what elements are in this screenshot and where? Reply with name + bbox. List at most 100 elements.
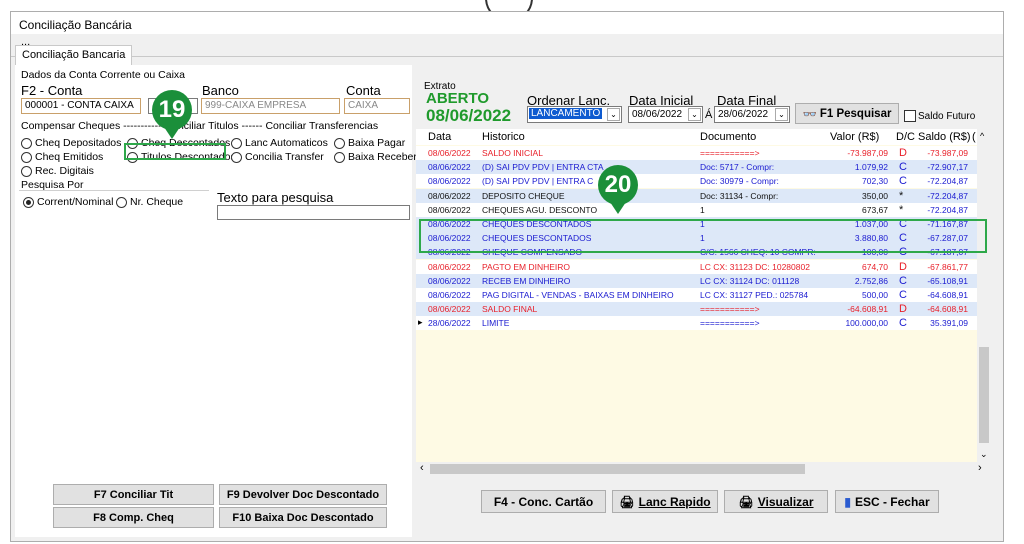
col-historico[interactable]: Historico [482,131,525,143]
col-data[interactable]: Data [428,131,451,143]
radio-baixa-pagar[interactable]: Baixa Pagar [334,137,405,149]
f4-conc-cartao-button[interactable]: F4 - Conc. Cartão [481,490,606,513]
ordenar-select[interactable]: LANCAMENTO ⌄ [527,106,622,123]
scroll-left-icon[interactable]: ‹ [420,462,424,474]
f9-devolver-button[interactable]: F9 Devolver Doc Descontado [219,484,387,505]
texto-pesquisa-input[interactable] [217,205,410,220]
radio-baixa-receber[interactable]: Baixa Receber [334,151,417,163]
cell-historico: LIMITE [482,318,510,329]
cell-historico: RECEB EM DINHEIRO [482,275,571,286]
radio-concilia-transfer[interactable]: Concilia Transfer [231,151,324,163]
cell-valor: 674,70 [862,261,888,272]
data-final-value: 28/06/2022 [718,109,769,120]
pesquisar-label: F1 Pesquisar [819,107,892,120]
conta-field: CAIXA [344,98,410,114]
status-label: ABERTO [426,90,490,107]
cell-saldo: -64.608,91 [927,290,968,300]
cell-documento: Doc: 31134 - Compr: [700,190,779,201]
cell-dc: C [899,274,907,287]
radio-rec-digitais[interactable]: Rec. Digitais [21,165,94,177]
visualizar-button[interactable]: 🖨 Visualizar [724,490,828,513]
cell-dc: C [899,175,907,188]
cell-valor: 702,30 [862,176,888,187]
data-final-input[interactable]: 28/06/2022 ⌄ [714,106,790,123]
radio-nr-cheque[interactable]: Nr. Cheque [116,196,183,208]
scroll-up-icon[interactable]: ^ [980,131,984,141]
table-row[interactable]: 08/06/2022 CHEQUES AGU. DESCONTO 1 673,67 * -… [416,202,977,217]
grid-horizontal-scrollbar[interactable]: ‹ › [416,462,991,476]
cell-data: 08/06/2022 [428,275,471,286]
radio-button[interactable] [231,151,242,163]
radio-label: Rec. Digitais [35,165,94,177]
table-row[interactable]: 08/06/2022 SALDO INICIAL ===========> -73.9… [416,146,977,160]
f10-baixa-button[interactable]: F10 Baixa Doc Descontado [219,507,387,528]
table-row[interactable]: 28/06/2022 LIMITE ===========> 100.000,00 C 3… [416,316,977,331]
radio-button[interactable] [23,196,34,208]
account-group-label: Dados da Conta Corrente ou Caixa [21,69,186,81]
account-field[interactable]: 000001 - CONTA CAIXA [21,98,141,114]
grid-vertical-scrollbar[interactable]: ^ ⌄ [977,129,991,462]
f8-comp-cheq-button[interactable]: F8 Comp. Cheq [53,507,214,528]
cell-documento: LC CX: 31124 DC: 011128 [700,275,800,286]
col-valor[interactable]: Valor (R$) [830,131,879,143]
radio-button[interactable] [21,165,32,177]
cell-valor: 673,67 [862,204,888,215]
f1-pesquisar-button[interactable]: 👓 F1 Pesquisar [795,103,899,124]
table-row[interactable]: 08/06/2022 (D) SAI PDV PDV | ENTRA CTA Doc… [416,160,977,175]
cell-dc: C [899,161,907,174]
data-inicial-input[interactable]: 08/06/2022 ⌄ [628,106,703,123]
scroll-thumb[interactable] [430,464,805,474]
table-row[interactable]: 08/06/2022 (D) SAI PDV PDV | ENTRA C Doc: … [416,174,977,189]
col-dc[interactable]: D/C [896,131,915,143]
printer-icon: 🖨 [619,494,635,509]
cell-valor: -73.987,09 [847,148,888,158]
saldo-futuro-checkbox[interactable] [904,110,916,122]
radio-cheq-emitidos[interactable]: Cheq Emitidos [21,151,103,163]
esc-fechar-button[interactable]: ▮ ESC - Fechar [835,490,939,513]
radio-button[interactable] [231,137,242,149]
radio-button[interactable] [334,151,345,163]
current-row-indicator-icon: ▸ [418,317,423,328]
cell-data: 28/06/2022 [428,318,471,329]
lanc-rapido-button[interactable]: 🖨 Lanc Rapido [612,490,718,513]
table-row[interactable]: 08/06/2022 PAG DIGITAL - VENDAS - BAIXAS … [416,288,977,302]
scroll-down-icon[interactable]: ⌄ [980,449,988,460]
calendar-dropdown-icon[interactable]: ⌄ [775,108,788,121]
cell-data: 08/06/2022 [428,162,471,173]
radio-lanc-automaticos[interactable]: Lanc Automaticos [231,137,328,149]
cell-data: 08/06/2022 [428,290,471,300]
radio-corrent-nominal[interactable]: Corrent/Nominal [23,196,113,208]
col-documento[interactable]: Documento [700,131,756,143]
table-row[interactable]: 08/06/2022 PAGTO EM DINHEIRO LC CX: 31123 … [416,259,977,274]
esc-fechar-label: ESC - Fechar [854,494,930,509]
texto-pesquisa-label: Texto para pesquisa [217,190,334,205]
cell-valor: 100.000,00 [845,318,888,329]
f7-conciliar-button[interactable]: F7 Conciliar Tit [53,484,214,505]
cell-documento: ===========> [700,318,760,329]
tab-conciliacao[interactable]: Conciliação Bancaria [15,45,133,65]
radio-button[interactable] [21,137,32,149]
radio-button[interactable] [21,151,32,163]
table-row[interactable]: 08/06/2022 RECEB EM DINHEIRO LC CX: 31124 … [416,273,977,288]
highlight-cheques-descontados-rows [419,219,987,253]
calendar-dropdown-icon[interactable]: ⌄ [688,108,701,121]
cell-data: 08/06/2022 [428,148,471,158]
cell-historico: PAGTO EM DINHEIRO [482,261,571,272]
col-extra[interactable]: ( [972,131,976,143]
col-saldo[interactable]: Saldo (R$) [918,131,971,143]
grid-header: Data Historico Documento Valor (R$) D/C … [416,129,977,145]
table-row[interactable]: 08/06/2022 SALDO FINAL ===========> -64.608… [416,302,977,317]
window-title: Conciliação Bancária [11,12,1003,34]
radio-label: Baixa Receber [348,151,417,163]
cell-data: 08/06/2022 [428,176,471,187]
radio-button[interactable] [116,196,127,208]
scroll-thumb[interactable] [979,347,989,443]
chevron-down-icon[interactable]: ⌄ [607,108,620,121]
cell-saldo: -72.204,87 [927,190,968,201]
radio-cheq-depositados[interactable]: Cheq Depositados [21,137,121,149]
pesquisa-divider [19,190,209,191]
ordenar-value: LANCAMENTO [529,108,603,119]
radio-button[interactable] [334,137,345,149]
table-row[interactable]: 08/06/2022 DEPOSITO CHEQUE Doc: 31134 - Co… [416,188,977,203]
scroll-right-icon[interactable]: › [978,462,982,474]
